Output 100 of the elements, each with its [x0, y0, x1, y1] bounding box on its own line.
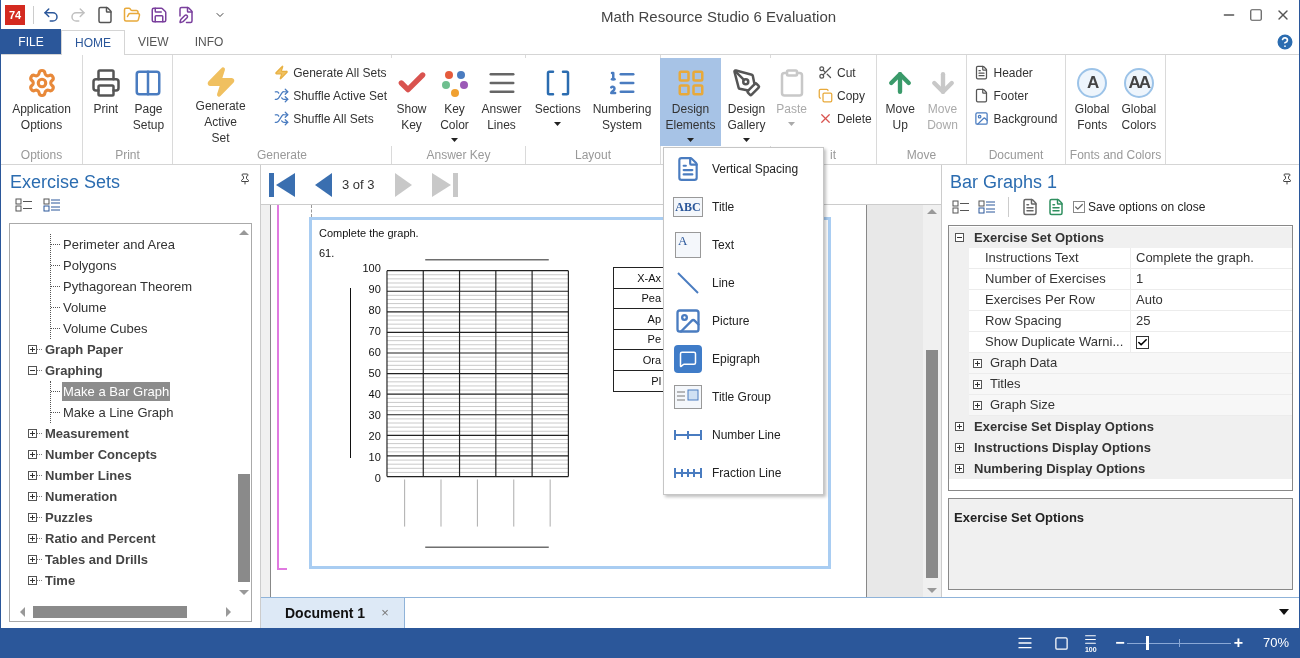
- panel-title: Bar Graphs 1: [950, 171, 1058, 194]
- expander-icon[interactable]: [973, 400, 982, 410]
- close-tab-button[interactable]: ×: [381, 603, 389, 623]
- tree-item[interactable]: Graph Paper: [45, 339, 124, 360]
- expander-icon[interactable]: [28, 471, 37, 480]
- expand-all-icon[interactable]: [978, 199, 996, 215]
- checkbox[interactable]: [1136, 335, 1149, 349]
- tree-item[interactable]: Number Lines: [45, 465, 132, 486]
- ribbon-button[interactable]: Cut: [814, 61, 876, 84]
- ribbon-button[interactable]: Header: [970, 61, 1062, 84]
- zoom-slider[interactable]: [1126, 636, 1231, 650]
- first-page-icon[interactable]: [269, 171, 295, 198]
- horizontal-scrollbar[interactable]: [20, 606, 231, 618]
- menu-item[interactable]: Number Line: [664, 416, 823, 454]
- menu-item[interactable]: ABC Title: [664, 188, 823, 226]
- tree-item[interactable]: Volume: [62, 297, 108, 318]
- save-icon[interactable]: [150, 6, 168, 24]
- property-value[interactable]: Auto: [1136, 290, 1163, 310]
- page-view-icon[interactable]: [1054, 635, 1070, 651]
- tree-item[interactable]: Graphing: [45, 360, 103, 381]
- undo-icon[interactable]: [42, 6, 60, 24]
- expander-icon[interactable]: [973, 379, 982, 389]
- axis-label: 0: [373, 470, 381, 486]
- expander-icon[interactable]: [955, 422, 964, 431]
- expander-icon[interactable]: [28, 555, 37, 564]
- property-group-label[interactable]: Titles: [990, 374, 1021, 394]
- vertical-scrollbar[interactable]: [923, 205, 941, 597]
- expand-all-icon[interactable]: [43, 197, 61, 213]
- tree-item[interactable]: Perimeter and Area: [62, 234, 176, 255]
- tree-item[interactable]: Ratio and Percent: [45, 528, 156, 549]
- expander-icon[interactable]: [955, 233, 964, 242]
- tree-item[interactable]: Make a Line Graph: [62, 402, 175, 423]
- tree-item[interactable]: Time: [45, 570, 76, 591]
- ribbon-button[interactable]: Shuffle Active Set: [270, 84, 391, 107]
- property-value[interactable]: 1: [1136, 269, 1144, 289]
- group-label: Fonts and Colors: [1069, 146, 1162, 164]
- gear-icon: [26, 68, 57, 98]
- title-group-icon: [674, 385, 702, 409]
- ribbon-button[interactable]: Background: [970, 107, 1062, 130]
- ribbon-button[interactable]: Design Elements: [660, 58, 721, 146]
- property-name: Instructions Text: [985, 249, 1079, 268]
- file-tab[interactable]: FILE: [1, 29, 61, 54]
- expander-icon[interactable]: [28, 429, 37, 438]
- property-group-label[interactable]: Graph Size: [990, 395, 1056, 415]
- menu-item[interactable]: A Text: [664, 226, 823, 264]
- picture-icon: [674, 307, 702, 335]
- actual-size-icon[interactable]: [1084, 633, 1098, 646]
- tree-item[interactable]: Pythagorean Theorem: [62, 276, 194, 297]
- tree-item[interactable]: Puzzles: [45, 507, 93, 528]
- help-icon[interactable]: [1275, 32, 1295, 52]
- print-layout-icon[interactable]: [1017, 635, 1034, 651]
- pin-icon[interactable]: [1281, 173, 1293, 185]
- expander-icon[interactable]: [28, 513, 37, 522]
- expander-icon[interactable]: [955, 443, 964, 452]
- checkbox-label[interactable]: Save options on close: [1088, 198, 1206, 216]
- document-tab[interactable]: Document 1 ×: [261, 598, 405, 628]
- menu-item[interactable]: Picture: [664, 302, 823, 340]
- ribbon-button[interactable]: Footer: [970, 84, 1062, 107]
- zoom-in-button[interactable]: +: [1233, 631, 1243, 655]
- menu-item[interactable]: Fraction Line: [664, 454, 823, 492]
- collapse-all-icon[interactable]: [952, 199, 970, 215]
- new-document-icon[interactable]: [96, 6, 114, 24]
- window-title: Math Resource Studio 6 Evaluation: [601, 7, 837, 27]
- tree-item[interactable]: Polygons: [62, 255, 118, 276]
- ribbon-tab[interactable]: VIEW: [125, 30, 182, 54]
- previous-page-icon[interactable]: [315, 172, 332, 197]
- expander-icon[interactable]: [28, 450, 37, 459]
- ribbon-button[interactable]: Generate All Sets: [270, 61, 391, 84]
- ribbon-button[interactable]: Shuffle All Sets: [270, 107, 391, 130]
- ribbon-tab[interactable]: HOME: [61, 30, 125, 55]
- tree-item[interactable]: Measurement: [45, 423, 129, 444]
- pin-icon[interactable]: [239, 173, 251, 185]
- maximize-icon[interactable]: [1249, 8, 1263, 22]
- menu-item[interactable]: Line: [664, 264, 823, 302]
- ribbon-button[interactable]: Delete: [814, 107, 876, 130]
- expander-icon[interactable]: [28, 366, 37, 375]
- save-as-icon[interactable]: [177, 6, 195, 24]
- checkbox[interactable]: [1073, 201, 1085, 213]
- load-settings-icon[interactable]: [1047, 198, 1065, 216]
- collapse-all-icon[interactable]: [15, 197, 33, 213]
- expander-icon[interactable]: [28, 345, 37, 354]
- tree-item[interactable]: Numeration: [45, 486, 118, 507]
- tree-item[interactable]: Tables and Drills: [45, 549, 149, 570]
- ribbon-tab[interactable]: INFO: [181, 30, 237, 54]
- expander-icon[interactable]: [973, 358, 982, 368]
- menu-item[interactable]: Title Group: [664, 378, 823, 416]
- ribbon-button[interactable]: Copy: [814, 84, 876, 107]
- expander-icon[interactable]: [955, 464, 964, 473]
- menu-item[interactable]: Vertical Spacing: [664, 150, 823, 188]
- tabs-menu-icon[interactable]: [1279, 609, 1289, 615]
- expander-icon[interactable]: [28, 576, 37, 585]
- expander-icon[interactable]: [28, 492, 37, 501]
- property-value[interactable]: 25: [1136, 311, 1151, 331]
- tree-item[interactable]: Number Concepts: [45, 444, 157, 465]
- save-settings-icon[interactable]: [1021, 198, 1039, 216]
- expander-icon[interactable]: [28, 534, 37, 543]
- tree-item[interactable]: Volume Cubes: [62, 318, 149, 339]
- zoom-out-button[interactable]: −: [1115, 631, 1125, 655]
- menu-item[interactable]: Epigraph: [664, 340, 823, 378]
- table-cell-text: Pe: [646, 332, 662, 347]
